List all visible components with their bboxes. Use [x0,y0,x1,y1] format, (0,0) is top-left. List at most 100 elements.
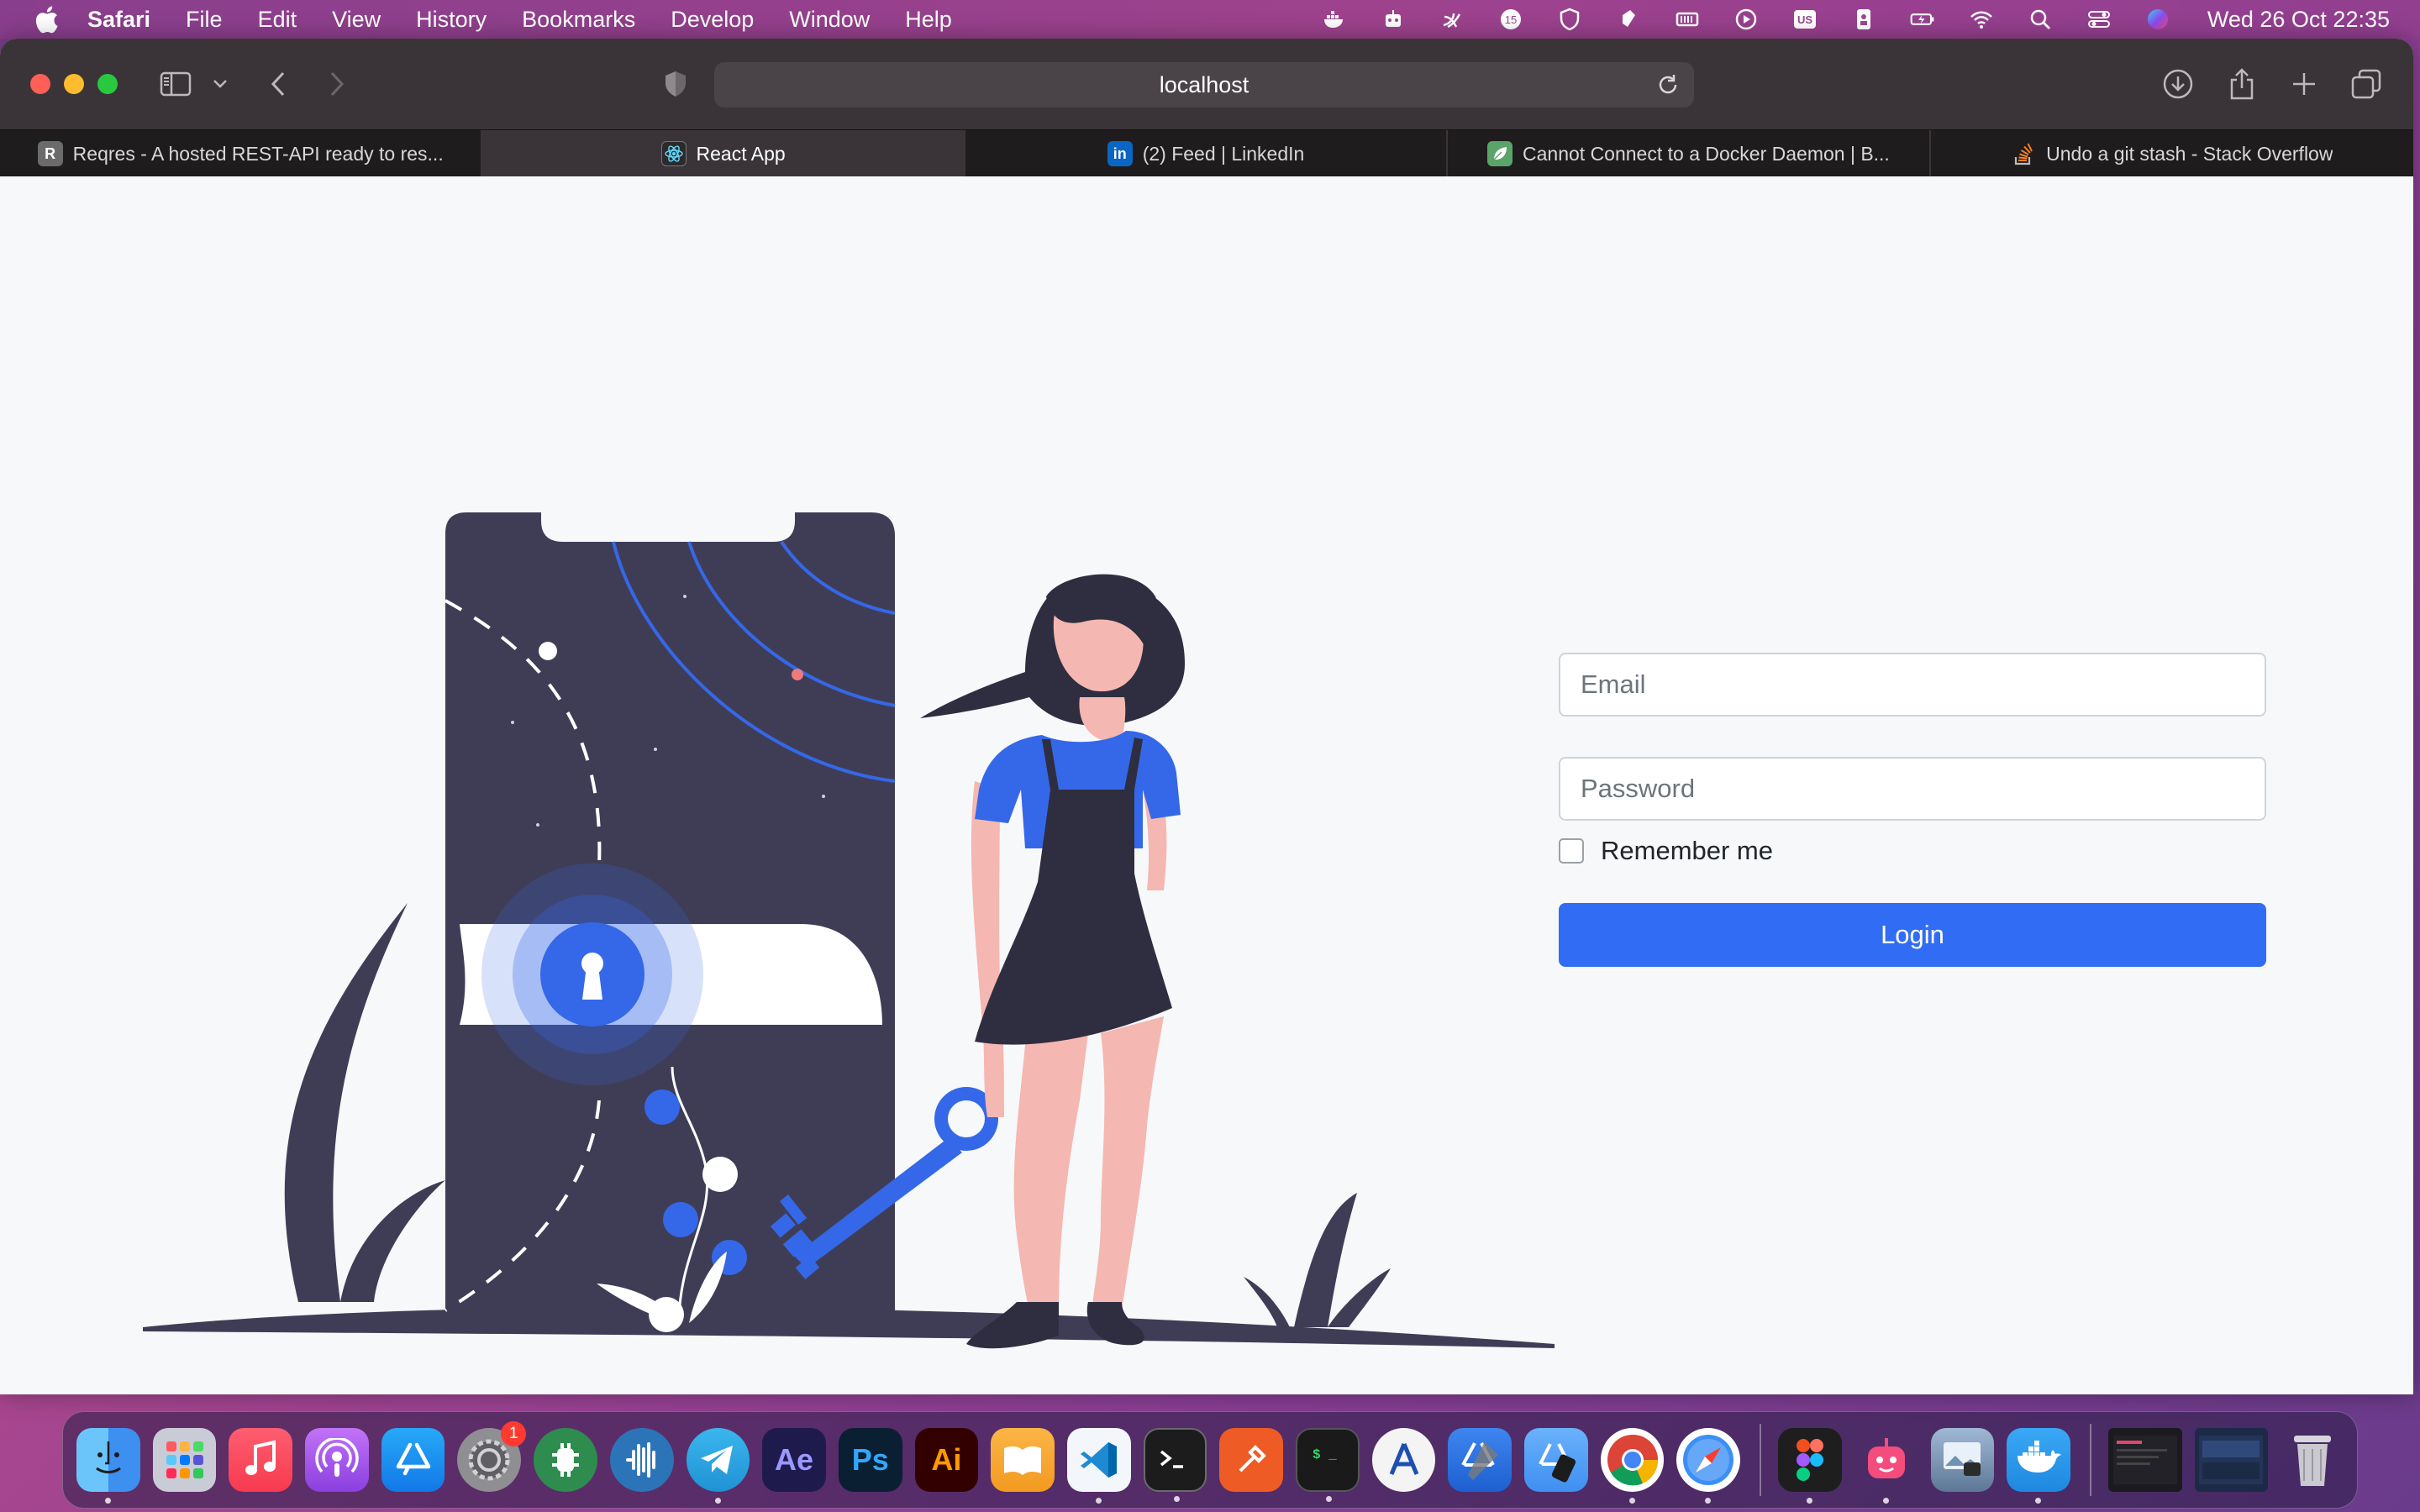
running-indicator [1882,1498,1889,1504]
minimize-window-button[interactable] [64,74,84,94]
books-icon[interactable] [991,1428,1055,1492]
downloads-icon[interactable] [2161,64,2195,104]
email-input[interactable] [1559,653,2266,717]
bookmark-status-icon[interactable] [1616,7,1641,32]
remember-me-checkbox[interactable] [1559,838,1584,864]
tab-title: Reqres - A hosted REST-API ready to res.… [72,142,444,165]
appstore-icon[interactable] [381,1428,445,1492]
tab-title: Undo a git stash - Stack Overflow [2046,142,2333,165]
music-icon[interactable] [229,1428,293,1492]
tab-react-app[interactable]: React App [482,130,965,177]
shield-icon[interactable] [1557,7,1582,32]
simulator-icon[interactable] [1524,1428,1588,1492]
notifications-status-icon[interactable]: 15 [1498,7,1523,32]
green-gear-icon[interactable] [534,1428,597,1492]
svg-text:15: 15 [1505,13,1517,26]
menu-help[interactable]: Help [905,7,952,33]
podcasts-icon[interactable] [305,1428,369,1492]
creative-cloud-icon[interactable] [1439,7,1465,32]
address-text: localhost [1159,71,1249,97]
remember-me-label[interactable]: Remember me [1601,836,1773,866]
running-indicator [1095,1498,1102,1504]
docker-status-icon[interactable] [1322,7,1347,32]
ps-icon[interactable]: Ps [838,1428,902,1492]
audio-icon[interactable] [609,1428,674,1492]
tab-reqres[interactable]: R Reqres - A hosted REST-API ready to re… [0,130,483,177]
tab-title: Cannot Connect to a Docker Daemon | B... [1523,142,1890,165]
minimized-window-thumbnail[interactable] [2194,1428,2269,1492]
running-indicator [714,1498,721,1504]
back-button-icon[interactable] [266,64,291,104]
docker-icon[interactable] [2007,1428,2070,1504]
zoom-window-button[interactable] [97,74,118,94]
dock-separator [2089,1424,2091,1496]
menu-file[interactable]: File [186,7,223,33]
terminal-icon[interactable] [1143,1428,1207,1502]
robot-icon[interactable] [1854,1428,1918,1504]
address-bar[interactable]: localhost [714,62,1694,108]
trash-icon[interactable] [2281,1428,2344,1492]
ai-icon[interactable]: Ai [914,1428,979,1492]
status-menus: 15 US Wed 26 Oct 22:35 [1288,0,2390,39]
battery-icon[interactable] [1910,7,1935,32]
reload-icon[interactable] [1655,72,1681,97]
telegram-icon[interactable] [686,1428,750,1504]
launchpad-icon[interactable] [152,1428,217,1492]
play-status-icon[interactable] [1733,7,1759,32]
ae-icon[interactable]: Ae [762,1428,826,1492]
user-status-icon[interactable] [1851,7,1876,32]
dock: 1 Ae Ps Ai $ _ [62,1411,2358,1509]
postman-icon[interactable] [1219,1428,1284,1492]
menu-window[interactable]: Window [789,7,870,33]
minimized-window-thumbnail[interactable] [2107,1428,2182,1492]
dock-separator [1760,1424,1762,1496]
menu-history[interactable]: History [416,7,487,33]
vscode-icon[interactable] [1066,1428,1131,1504]
login-illustration [143,512,1555,1349]
tab-stackoverflow[interactable]: Undo a git stash - Stack Overflow [1931,130,2413,177]
menu-view[interactable]: View [332,7,381,33]
password-input[interactable] [1559,757,2266,821]
menu-edit[interactable]: Edit [258,7,297,33]
memory-status-icon[interactable] [1675,7,1700,32]
menu-bar: Safari File Edit View History Bookmarks … [0,0,2420,39]
tab-overview-icon[interactable] [2349,64,2383,104]
menu-develop[interactable]: Develop [671,7,754,33]
forward-button-icon[interactable] [324,64,350,104]
share-icon[interactable] [2225,64,2259,104]
login-button[interactable]: Login [1559,903,2266,967]
keyboard-layout-icon[interactable]: US [1792,7,1818,32]
tab-title: (2) Feed | LinkedIn [1142,142,1305,165]
sidebar-toggle-icon[interactable] [156,64,195,104]
figma-icon[interactable] [1778,1428,1842,1504]
menubar-clock[interactable]: Wed 26 Oct 22:35 [2207,7,2390,33]
robot-status-icon[interactable] [1381,7,1406,32]
privacy-shield-icon[interactable] [660,64,691,104]
control-center-icon[interactable] [2086,7,2112,32]
settings-icon[interactable]: 1 [457,1421,527,1492]
safari-window: localhost R Reqres - A hosted REST-API r… [0,39,2413,1394]
running-indicator [1807,1498,1813,1504]
close-window-button[interactable] [30,74,50,94]
chevron-down-icon[interactable] [210,64,230,104]
chrome-icon[interactable] [1600,1428,1665,1504]
apple-menu-icon[interactable] [32,5,60,34]
iterm-icon[interactable]: $ _ [1296,1428,1360,1502]
new-tab-icon[interactable] [2287,64,2321,104]
instruments-icon[interactable] [1371,1428,1436,1492]
safari-icon[interactable] [1676,1428,1741,1504]
siri-icon[interactable] [2145,7,2170,32]
wifi-icon[interactable] [1969,7,1994,32]
tab-linkedin[interactable]: in (2) Feed | LinkedIn [965,130,1449,177]
finder-icon[interactable] [76,1428,140,1504]
menu-bookmarks[interactable]: Bookmarks [522,7,635,33]
xcode-icon[interactable] [1448,1428,1512,1492]
safari-toolbar: localhost [0,39,2413,129]
spotlight-search-icon[interactable] [2028,7,2053,32]
preview-icon[interactable] [1930,1428,1995,1492]
menu-safari[interactable]: Safari [87,7,150,33]
running-indicator [1628,1498,1635,1504]
reqres-favicon: R [37,141,63,166]
running-indicator [1705,1498,1712,1504]
tab-docker-daemon[interactable]: Cannot Connect to a Docker Daemon | B... [1448,130,1931,177]
